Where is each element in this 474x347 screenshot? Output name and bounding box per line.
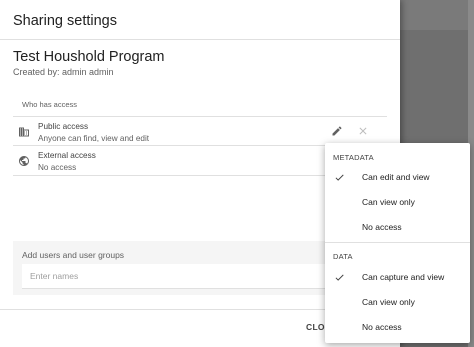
access-subtitle: Anyone can find, view and edit <box>38 134 150 143</box>
menu-item-data-view-only[interactable]: Can view only <box>325 290 470 315</box>
menu-divider <box>325 242 470 243</box>
menu-item-label: Can view only <box>362 197 415 207</box>
menu-item-label: Can capture and view <box>362 272 445 282</box>
menu-item-label: Can view only <box>362 297 415 307</box>
building-icon <box>19 127 29 137</box>
metadata-section-label: METADATA <box>333 153 374 162</box>
access-title: External access <box>38 151 96 160</box>
program-name: Test Houshold Program <box>13 49 165 65</box>
check-icon <box>335 174 344 181</box>
menu-item-data-capture-view[interactable]: Can capture and view <box>325 265 470 290</box>
menu-item-label: No access <box>362 322 402 332</box>
menu-item-label: Can edit and view <box>362 172 430 182</box>
check-icon <box>335 274 344 281</box>
access-level-menu: METADATA Can edit and view Can view only… <box>325 143 470 343</box>
who-has-access-heading: Who has access <box>22 100 78 109</box>
access-row-public: Public access Anyone can find, view and … <box>13 117 387 146</box>
add-users-label: Add users and user groups <box>22 250 125 260</box>
edit-pencil-icon[interactable] <box>331 125 343 137</box>
globe-icon <box>19 156 29 166</box>
close-button[interactable]: CLO <box>306 322 325 332</box>
dialog-header: Sharing settings <box>0 0 400 40</box>
data-section-label: DATA <box>333 252 353 261</box>
menu-item-label: No access <box>362 222 402 232</box>
menu-item-metadata-edit-view[interactable]: Can edit and view <box>325 165 470 190</box>
remove-close-icon[interactable] <box>357 125 369 137</box>
access-title: Public access <box>38 122 89 131</box>
dialog-title: Sharing settings <box>13 13 117 29</box>
menu-item-metadata-view-only[interactable]: Can view only <box>325 190 470 215</box>
menu-item-metadata-no-access[interactable]: No access <box>325 215 470 240</box>
menu-item-data-no-access[interactable]: No access <box>325 315 470 340</box>
access-subtitle: No access <box>38 163 77 172</box>
created-by-text: Created by: admin admin <box>13 67 114 77</box>
add-users-panel: Add users and user groups <box>13 241 333 295</box>
user-search-input[interactable] <box>22 264 326 289</box>
